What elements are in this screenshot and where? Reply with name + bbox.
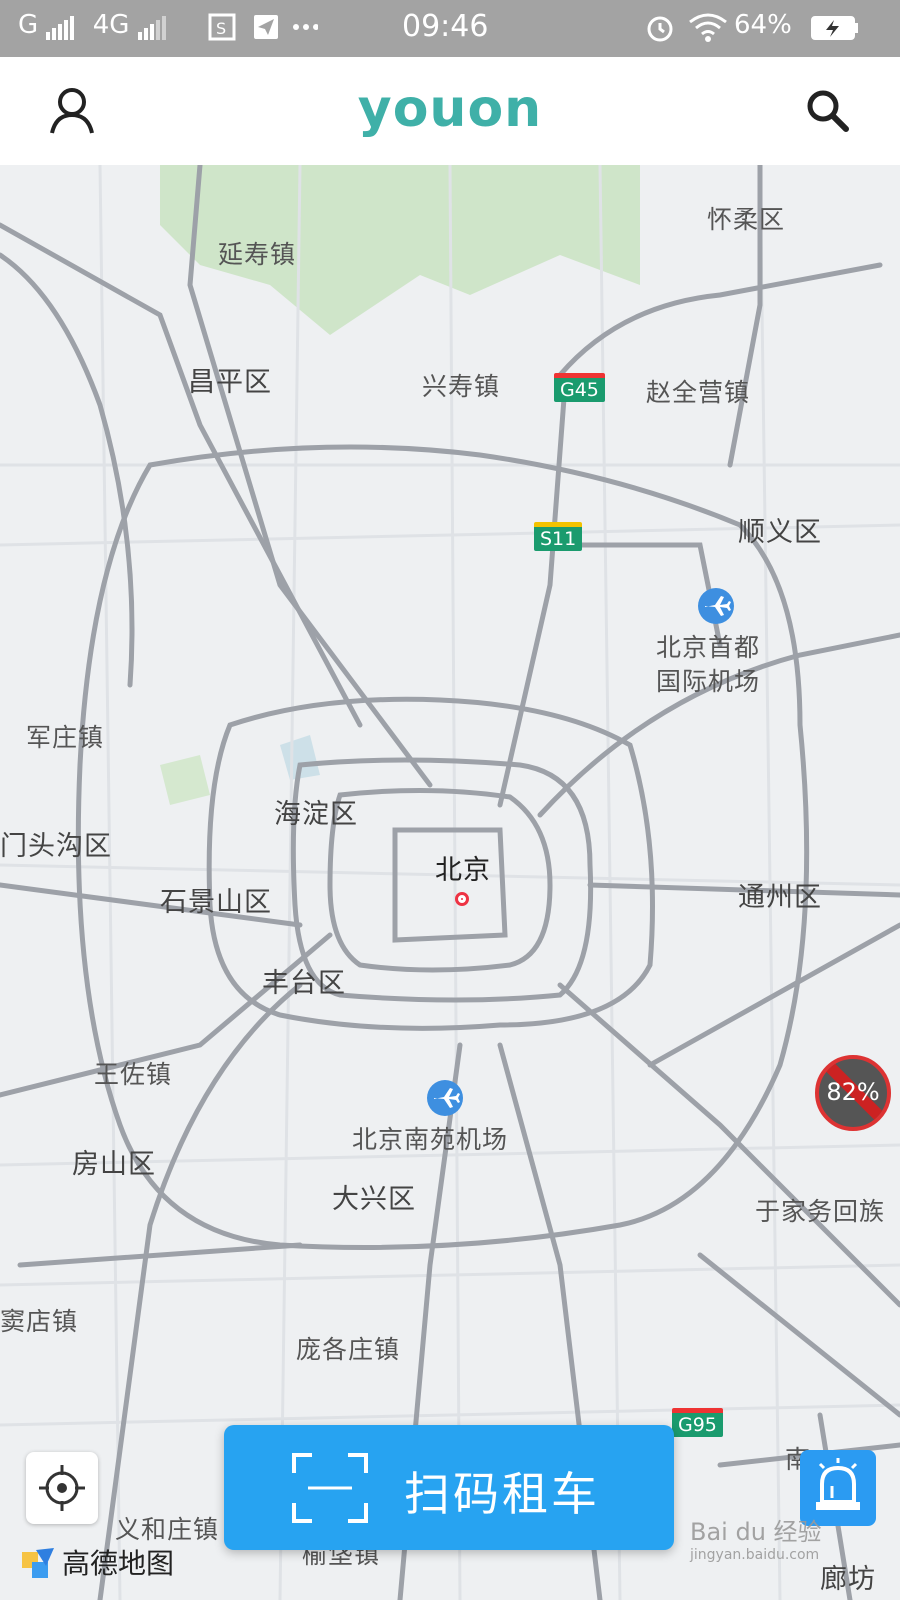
map-label: 丰台区 (262, 968, 346, 999)
map-view[interactable]: 延寿镇 怀柔区 昌平区 兴寿镇 赵全营镇 顺义区 北京首都 国际机场 军庄镇 海… (0, 165, 900, 1600)
signal-indicator: G 4G (18, 10, 168, 40)
search-icon[interactable] (802, 85, 854, 137)
highway-shield: G45 (554, 373, 605, 402)
map-label: 北京南苑机场 (352, 1125, 509, 1154)
svg-text:S: S (216, 19, 226, 38)
wifi-icon (688, 12, 728, 51)
map-label: 窦店镇 (0, 1307, 79, 1336)
map-label: 庞各庄镇 (296, 1335, 401, 1364)
battery-icon (810, 14, 860, 49)
scan-button-label: 扫码租车 (404, 1467, 600, 1521)
battery-level-badge[interactable]: 82% (815, 1055, 891, 1131)
map-label: 通州区 (738, 882, 822, 913)
map-label: 国际机场 (656, 667, 761, 696)
map-provider-logo: 高德地图 (22, 1542, 174, 1582)
map-label: 门头沟区 (0, 831, 112, 862)
map-label: 石景山区 (160, 887, 272, 918)
crosshair-icon (39, 1465, 85, 1511)
airport-icon (427, 1080, 463, 1116)
battery-level-text: 82% (826, 1078, 880, 1106)
clock: 09:46 (402, 9, 489, 44)
alarm-clock-icon (644, 12, 676, 51)
map-label: 于家务回族 (755, 1197, 886, 1226)
amap-logo-icon (22, 1548, 54, 1578)
scan-to-rent-button[interactable]: 扫码租车 (224, 1425, 674, 1550)
map-label: 房山区 (72, 1149, 156, 1180)
map-label: 赵全营镇 (646, 378, 751, 407)
map-label: 延寿镇 (218, 240, 297, 269)
watermark: Bai du 经验 jingyan.baidu.com (690, 1518, 822, 1563)
app-logo: youon (357, 79, 543, 139)
battery-percent: 64% (734, 10, 792, 40)
map-label: 怀柔区 (707, 205, 786, 234)
map-label: 王佐镇 (94, 1060, 173, 1089)
notification-icons: S (208, 12, 319, 49)
map-label: 廊坊 (820, 1564, 876, 1595)
app-header: youon (0, 57, 900, 165)
highway-shield: G95 (672, 1408, 723, 1437)
locate-button[interactable] (26, 1452, 98, 1524)
map-label: 大兴区 (332, 1184, 416, 1215)
scan-icon (292, 1453, 368, 1523)
map-label: 军庄镇 (26, 723, 105, 752)
map-label: 顺义区 (738, 517, 822, 548)
status-bar: G 4G S 09:46 64% (0, 0, 900, 57)
airport-icon (698, 588, 734, 624)
map-label: 昌平区 (188, 367, 272, 398)
map-label: 兴寿镇 (422, 372, 501, 401)
map-label: 海淀区 (274, 799, 358, 830)
map-label: 义和庄镇 (115, 1515, 220, 1544)
map-label: 北京首都 (656, 633, 761, 662)
city-center-marker (455, 892, 469, 906)
city-label-beijing: 北京 (435, 855, 491, 886)
highway-shield: S11 (534, 522, 583, 551)
